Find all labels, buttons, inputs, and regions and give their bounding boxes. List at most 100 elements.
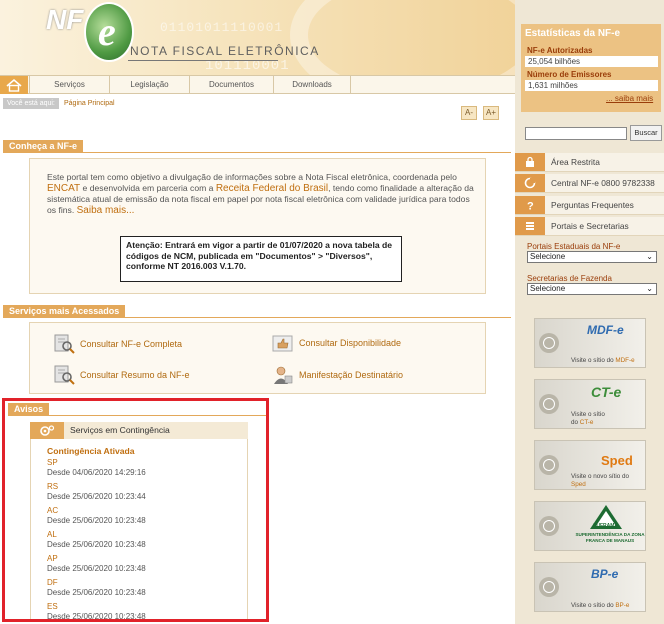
service-label: Consultar Resumo da NF-e bbox=[80, 370, 190, 380]
svg-text:?: ? bbox=[527, 201, 534, 212]
nfe-logo[interactable]: NF e bbox=[40, 2, 134, 70]
bpe-logo: BP-e bbox=[591, 567, 619, 581]
banner-cte[interactable]: CT-e Visite o sítio do CT-e bbox=[534, 379, 646, 429]
globe-icon bbox=[539, 455, 559, 475]
secretarias-selected: Selecione bbox=[530, 284, 566, 293]
banner-caption-link: BP-e bbox=[615, 602, 630, 609]
portais-selected: Selecione bbox=[530, 252, 566, 261]
service-consultar-nfe-completa[interactable]: Consultar NF-e Completa bbox=[53, 333, 182, 355]
banner-caption-link: Sped bbox=[571, 480, 586, 488]
document-search-icon bbox=[53, 334, 75, 354]
main-nav: Serviços Legislação Documentos Downloads bbox=[0, 75, 515, 94]
avisos-highlight-frame bbox=[2, 398, 269, 622]
breadcrumb: Você está aqui: Página Principal bbox=[0, 98, 515, 110]
site-header: 01101011110001 101110001 NF e NOTA FISCA… bbox=[0, 0, 515, 75]
banner-caption: Visite o novo sítio do Sped bbox=[571, 473, 637, 488]
stat-authorized-label: NF-e Autorizadas bbox=[527, 46, 593, 55]
banner-caption: SUPERINTENDÊNCIA DA ZONA FRANCA DE MANAU… bbox=[575, 532, 645, 543]
header-decoration bbox=[290, 0, 515, 75]
globe-icon bbox=[539, 577, 559, 597]
site-title: NOTA FISCAL ELETRÔNICA bbox=[130, 44, 320, 58]
saiba-mais-link[interactable]: Saiba mais... bbox=[77, 205, 135, 216]
service-label: Consultar NF-e Completa bbox=[80, 339, 183, 349]
logo-nf-text: NF bbox=[46, 4, 84, 35]
encat-link[interactable]: ENCAT bbox=[47, 183, 80, 194]
intro-text-2: e desenvolvida em parceria com a bbox=[80, 183, 216, 193]
chevron-down-icon: ⌄ bbox=[646, 284, 653, 293]
home-icon bbox=[6, 78, 22, 92]
stats-more-link[interactable]: ... saiba mais bbox=[606, 94, 653, 103]
intro-text: Este portal tem como objetivo a divulgaç… bbox=[47, 172, 477, 216]
banner-caption: Visite o sítio do MDF-e bbox=[571, 357, 635, 365]
secretarias-label: Secretarias de Fazenda bbox=[527, 274, 612, 283]
service-manifestacao-destinatario[interactable]: Manifestação Destinatário bbox=[272, 364, 403, 386]
sidebar-item-perguntas[interactable]: ? Perguntas Frequentes bbox=[515, 196, 664, 215]
font-decrease-button[interactable]: A- bbox=[461, 106, 477, 120]
portais-select[interactable]: Selecione ⌄ bbox=[527, 251, 657, 263]
question-icon: ? bbox=[527, 201, 534, 212]
ncm-notice: Atenção: Entrará em vigor a partir de 01… bbox=[120, 236, 402, 282]
side-icon-box bbox=[515, 153, 545, 171]
nav-legislacao[interactable]: Legislação bbox=[109, 76, 189, 94]
sped-logo: Sped bbox=[601, 453, 633, 468]
breadcrumb-home-link[interactable]: Página Principal bbox=[64, 98, 115, 109]
services-section-rule bbox=[3, 317, 511, 318]
banner-caption-text: Visite o sítio do bbox=[571, 357, 616, 364]
sidebar-item-label: Área Restrita bbox=[551, 157, 600, 167]
logo-e-text: e bbox=[98, 9, 116, 54]
sidebar-item-area-restrita[interactable]: Área Restrita bbox=[515, 153, 664, 172]
banner-caption: Visite o sítio do CT-e bbox=[571, 411, 611, 426]
mdfe-logo: MDF-e bbox=[587, 323, 624, 337]
side-icon-box: ? bbox=[515, 196, 545, 214]
sidebar-item-label: Perguntas Frequentes bbox=[551, 200, 634, 210]
banner-caption: Visite o sítio do BP-e bbox=[571, 602, 629, 610]
breadcrumb-label: Você está aqui: bbox=[3, 98, 59, 109]
stat-authorized-value: 25,054 bilhões bbox=[525, 56, 658, 67]
document-search-icon bbox=[53, 365, 75, 385]
side-icon-box bbox=[515, 217, 545, 235]
sidebar-item-label: Portais e Secretarias bbox=[551, 221, 629, 231]
portais-label: Portais Estaduais da NF-e bbox=[527, 242, 621, 251]
banner-bpe[interactable]: BP-e Visite o sítio do BP-e bbox=[534, 562, 646, 612]
sidebar-item-label: Central NF-e 0800 9782338 bbox=[551, 178, 655, 188]
banner-suframa[interactable]: SUFRAMA SUPERINTENDÊNCIA DA ZONA FRANCA … bbox=[534, 501, 646, 551]
person-icon bbox=[272, 365, 294, 385]
service-label: Consultar Disponibilidade bbox=[299, 338, 402, 348]
service-consultar-disponibilidade[interactable]: Consultar Disponibilidade bbox=[272, 332, 401, 354]
service-label: Manifestação Destinatário bbox=[299, 370, 404, 380]
globe-icon bbox=[539, 333, 559, 353]
banner-caption-link: MDF-e bbox=[615, 357, 635, 364]
sidebar-item-portais[interactable]: Portais e Secretarias bbox=[515, 217, 664, 236]
home-button[interactable] bbox=[0, 76, 28, 94]
banner-caption-link: CT-e bbox=[579, 418, 594, 426]
phone-icon bbox=[524, 177, 536, 189]
nav-downloads[interactable]: Downloads bbox=[273, 76, 351, 94]
banner-mdfe[interactable]: MDF-e Visite o sítio do MDF-e bbox=[534, 318, 646, 368]
search-button[interactable]: Buscar bbox=[630, 125, 662, 141]
banner-caption-text: Visite o novo sítio do bbox=[571, 473, 629, 480]
nav-servicos[interactable]: Serviços bbox=[29, 76, 109, 94]
intro-section-rule bbox=[3, 152, 511, 153]
list-icon bbox=[526, 222, 534, 230]
intro-text-1: Este portal tem como objetivo a divulgaç… bbox=[47, 172, 457, 182]
sidebar-item-central[interactable]: Central NF-e 0800 9782338 bbox=[515, 174, 664, 193]
stat-issuers-label: Número de Emissores bbox=[527, 70, 612, 79]
stats-title: Estatísticas da NF-e bbox=[525, 28, 621, 39]
search-input[interactable] bbox=[525, 127, 627, 140]
nav-documentos[interactable]: Documentos bbox=[189, 76, 273, 94]
title-divider bbox=[128, 60, 278, 61]
banner-sped[interactable]: Sped Visite o novo sítio do Sped bbox=[534, 440, 646, 490]
side-icon-box bbox=[515, 174, 545, 192]
service-consultar-resumo-nfe[interactable]: Consultar Resumo da NF-e bbox=[53, 364, 190, 386]
secretarias-select[interactable]: Selecione ⌄ bbox=[527, 283, 657, 295]
cte-logo: CT-e bbox=[591, 384, 622, 400]
receita-federal-link[interactable]: Receita Federal do Brasil bbox=[216, 183, 328, 194]
stat-issuers-value: 1,631 milhões bbox=[525, 80, 658, 91]
chevron-down-icon: ⌄ bbox=[646, 252, 653, 261]
globe-icon bbox=[539, 394, 559, 414]
header-binary-decoration: 01101011110001 bbox=[160, 20, 284, 35]
globe-icon bbox=[539, 516, 559, 536]
lock-icon bbox=[526, 156, 534, 167]
banner-caption-text: Visite o sítio do bbox=[571, 602, 616, 609]
font-increase-button[interactable]: A+ bbox=[483, 106, 499, 120]
